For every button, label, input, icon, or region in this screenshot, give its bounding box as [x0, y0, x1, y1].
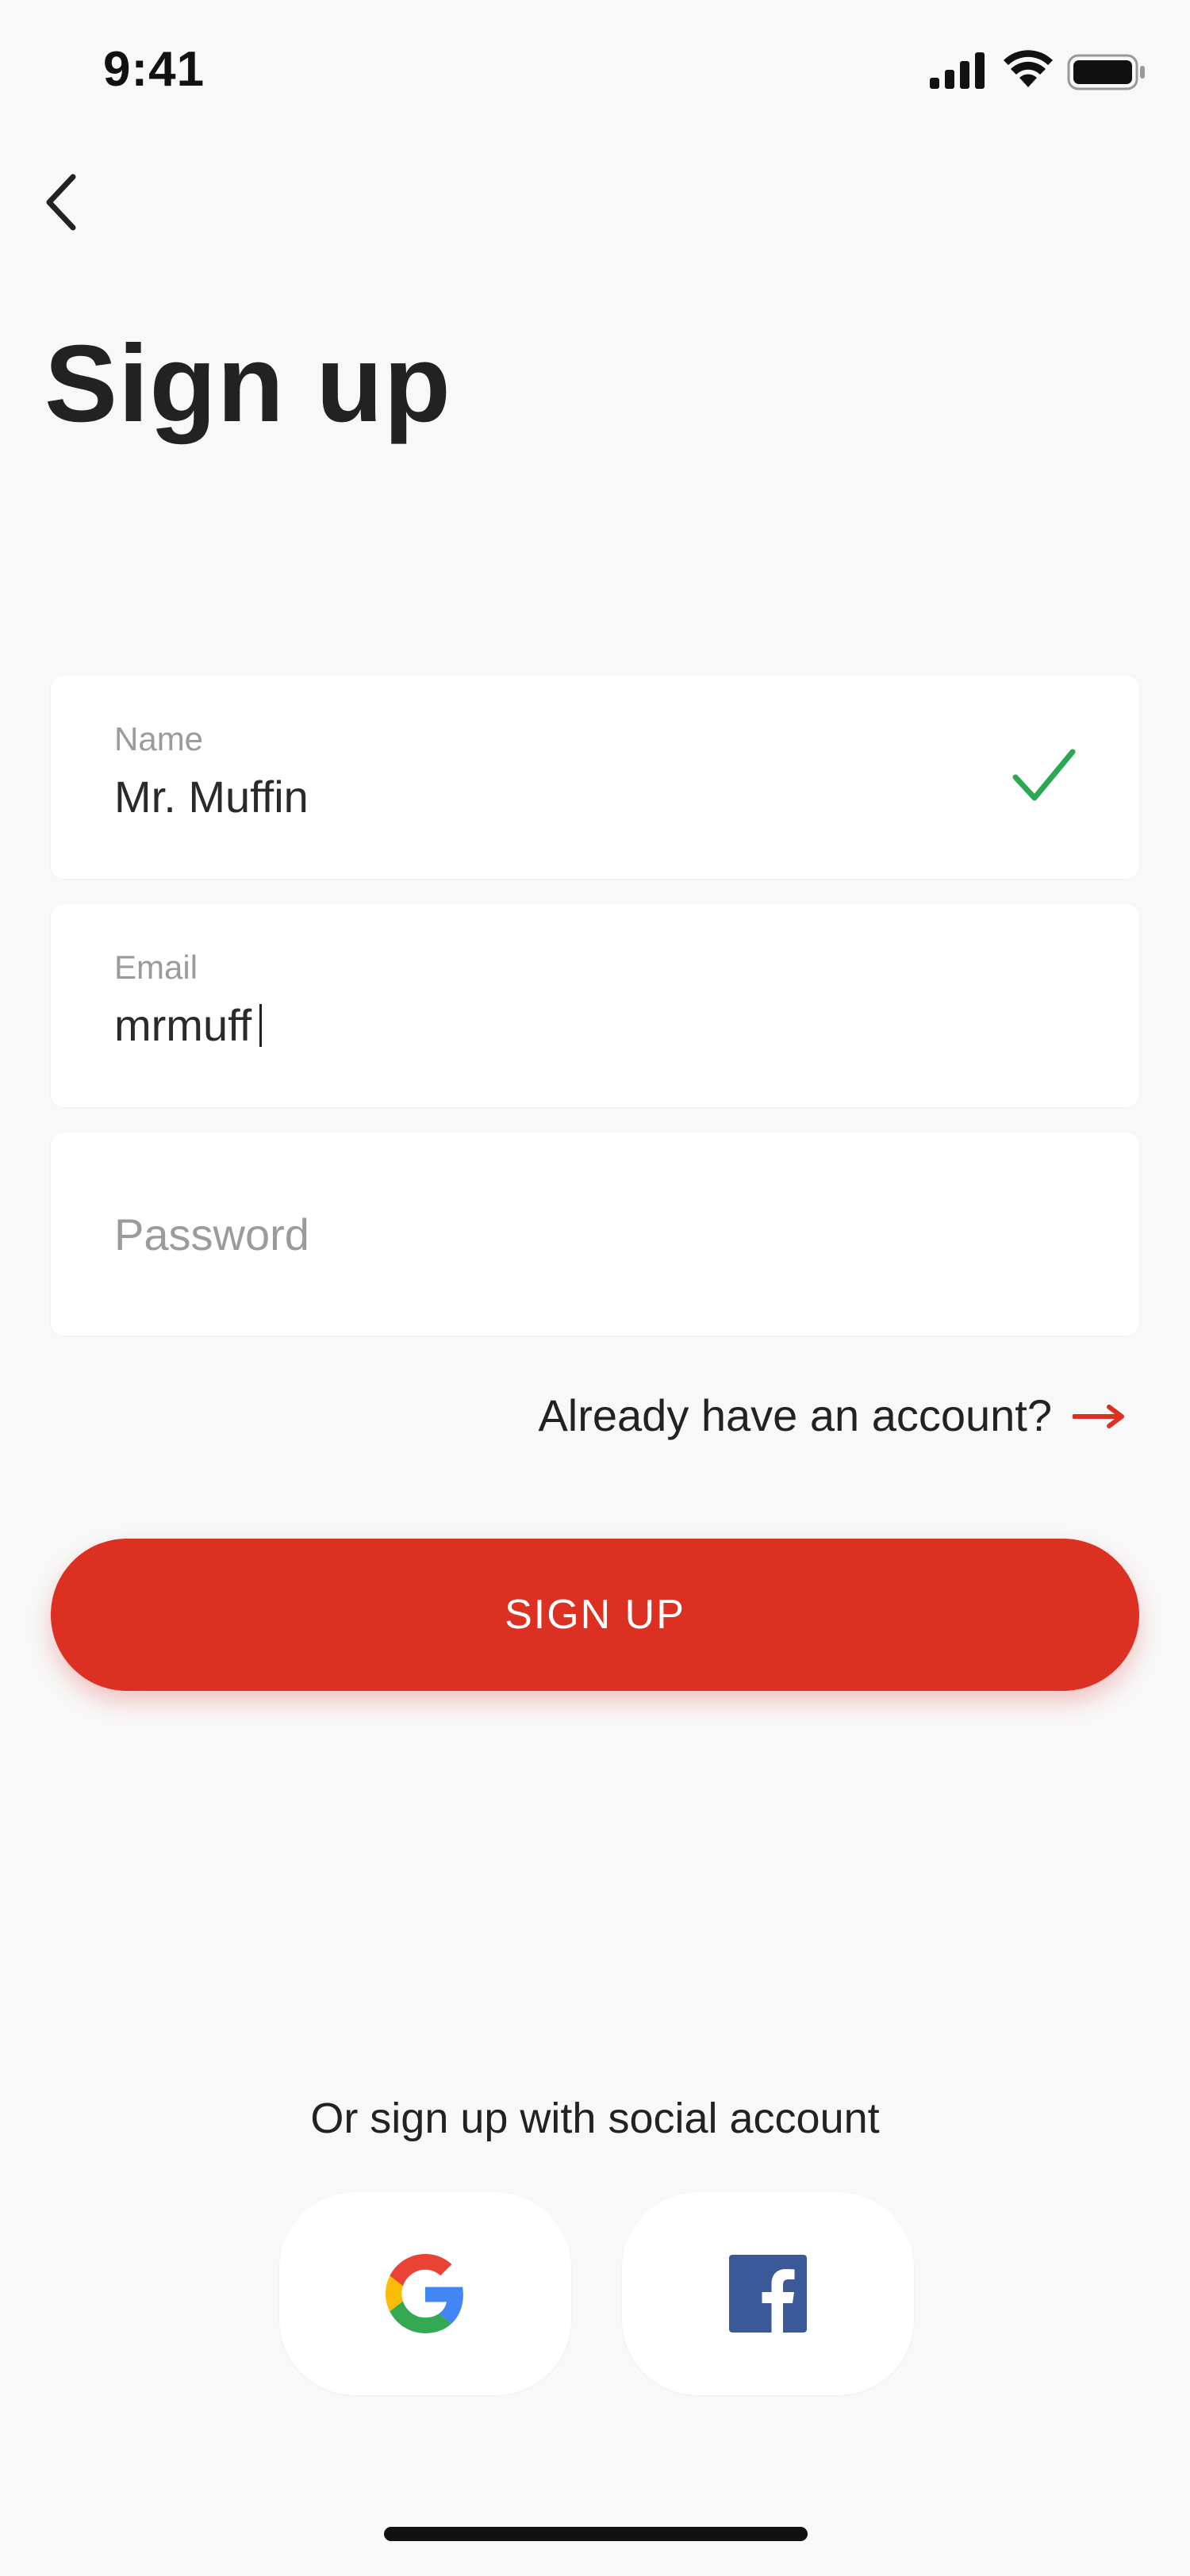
- chevron-left-icon: [46, 174, 76, 231]
- checkmark-icon: [1012, 749, 1076, 801]
- google-icon: [386, 2254, 463, 2333]
- page-title: Sign up: [44, 323, 451, 445]
- wifi-icon: [1004, 50, 1053, 87]
- password-field[interactable]: Password: [51, 1133, 1139, 1336]
- back-button[interactable]: [40, 171, 87, 234]
- status-time: 9:41: [103, 42, 205, 97]
- password-input[interactable]: Password: [114, 1209, 309, 1260]
- arrow-right-icon[interactable]: [1073, 1402, 1128, 1431]
- text-caret: [259, 1004, 263, 1047]
- facebook-icon: [729, 2255, 807, 2333]
- name-label: Name: [114, 720, 204, 757]
- signup-button[interactable]: SIGN UP: [51, 1539, 1139, 1691]
- name-input[interactable]: Mr. Muffin: [114, 771, 309, 822]
- login-link[interactable]: Already have an account?: [0, 1390, 1052, 1441]
- email-input[interactable]: mrmuff: [114, 1000, 251, 1050]
- battery-icon: [1067, 54, 1145, 90]
- email-input-wrap[interactable]: mrmuff: [114, 999, 263, 1051]
- home-indicator: [384, 2527, 808, 2541]
- name-field[interactable]: Name Mr. Muffin: [51, 676, 1139, 879]
- facebook-signup-button[interactable]: [622, 2192, 914, 2395]
- email-field[interactable]: Email mrmuff: [51, 904, 1139, 1107]
- google-signup-button[interactable]: [279, 2192, 571, 2395]
- social-signup-label: Or sign up with social account: [310, 2095, 880, 2142]
- email-label: Email: [114, 949, 198, 986]
- cellular-signal-icon: [930, 52, 985, 89]
